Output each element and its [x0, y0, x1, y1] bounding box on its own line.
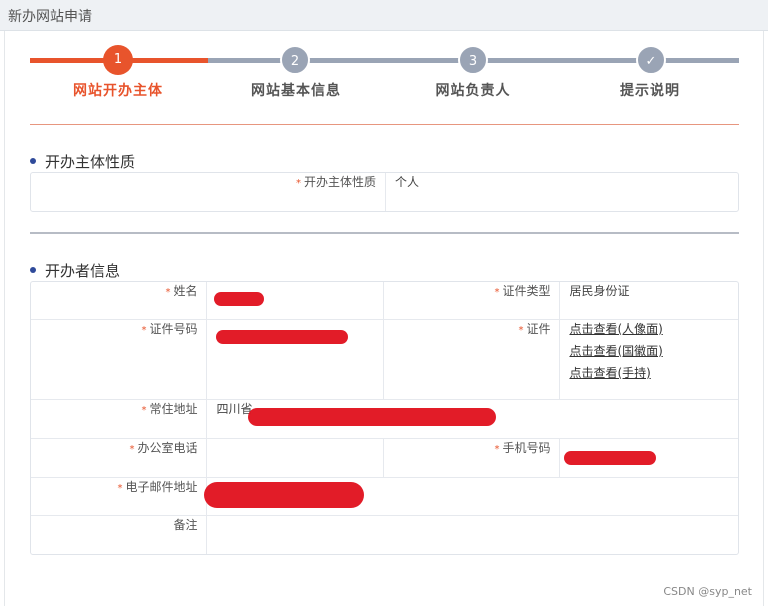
- stepper-divider: [30, 124, 739, 125]
- nature-label: 开办主体性质: [303, 175, 376, 189]
- table-row: * 证件号码 * 证件 点击查看(人像面) 点击查看(国徽面) 点击查看(手持): [31, 320, 738, 400]
- required-mark: *: [129, 444, 135, 455]
- cert-no-label-cell: * 证件号码: [31, 320, 208, 400]
- table-row: * 开办主体性质 个人: [31, 173, 738, 211]
- redaction-mark-name: [214, 292, 264, 306]
- bullet-dot-icon: [30, 266, 36, 273]
- window-titlebar: 新办网站申请: [0, 0, 768, 31]
- name-label: 姓名: [173, 284, 198, 298]
- page-title: 新办网站申请: [8, 9, 92, 25]
- email-label: 电子邮件地址: [125, 480, 198, 494]
- remark-label-cell: 备注: [31, 516, 208, 554]
- cert-no-label: 证件号码: [149, 322, 198, 336]
- step-4-label[interactable]: 提示说明: [580, 80, 720, 100]
- required-mark: *: [518, 325, 524, 336]
- cert-label-cell: * 证件: [383, 320, 561, 400]
- entity-nature-table: * 开办主体性质 个人: [30, 172, 739, 212]
- step-1-circle[interactable]: 1: [103, 45, 133, 75]
- required-mark: *: [141, 325, 147, 336]
- view-handheld-link[interactable]: 点击查看(手持): [569, 364, 729, 381]
- required-mark: *: [141, 405, 147, 416]
- cert-links-cell: 点击查看(人像面) 点击查看(国徽面) 点击查看(手持): [560, 320, 738, 400]
- redaction-mark-mobile: [564, 451, 656, 465]
- required-mark: *: [165, 287, 171, 298]
- email-label-cell: * 电子邮件地址: [31, 478, 208, 516]
- required-mark: *: [494, 444, 500, 455]
- section-title-owner-info: 开办者信息: [30, 260, 120, 281]
- cert-type-label-cell: * 证件类型: [383, 282, 561, 320]
- cert-type-value: 居民身份证: [560, 282, 738, 320]
- table-row: 备注: [31, 516, 738, 554]
- watermark-text: CSDN @syp_net: [663, 585, 752, 598]
- view-back-link[interactable]: 点击查看(国徽面): [569, 342, 729, 359]
- remark-label: 备注: [173, 518, 198, 532]
- step-2-label[interactable]: 网站基本信息: [226, 80, 366, 100]
- nature-value: 个人: [395, 175, 420, 189]
- table-row: * 姓名 * 证件类型 居民身份证: [31, 282, 738, 320]
- office-phone-label-cell: * 办公室电话: [31, 439, 208, 478]
- step-2-circle[interactable]: 2: [280, 45, 310, 75]
- required-mark: *: [295, 178, 301, 189]
- cert-type-label: 证件类型: [502, 284, 551, 298]
- mobile-label-cell: * 手机号码: [383, 439, 561, 478]
- name-label-cell: * 姓名: [31, 282, 208, 320]
- cert-label: 证件: [526, 322, 551, 336]
- section-title-text: 开办主体性质: [45, 153, 136, 171]
- mobile-label: 手机号码: [502, 441, 551, 455]
- address-label: 常住地址: [149, 402, 198, 416]
- required-mark: *: [117, 483, 123, 494]
- section-title-entity-nature: 开办主体性质: [30, 151, 135, 172]
- table-row: * 电子邮件地址: [31, 478, 738, 516]
- step-1-label[interactable]: 网站开办主体: [48, 80, 188, 100]
- office-phone-value: [207, 439, 384, 478]
- address-label-cell: * 常住地址: [31, 400, 208, 439]
- remark-value: [207, 516, 738, 554]
- step-3-label[interactable]: 网站负责人: [403, 80, 543, 100]
- view-front-link[interactable]: 点击查看(人像面): [569, 320, 729, 337]
- redaction-mark-cert-no: [216, 330, 348, 344]
- step-3-circle[interactable]: 3: [458, 45, 488, 75]
- redaction-mark-address: [248, 408, 496, 426]
- field-label: * 开办主体性质: [31, 173, 386, 211]
- office-phone-label: 办公室电话: [137, 441, 198, 455]
- required-mark: *: [494, 287, 500, 298]
- redaction-mark-email: [204, 482, 364, 508]
- section-title-text: 开办者信息: [45, 262, 121, 280]
- section-divider: [30, 232, 739, 234]
- check-icon[interactable]: ✓: [636, 45, 666, 75]
- bullet-dot-icon: [30, 157, 36, 164]
